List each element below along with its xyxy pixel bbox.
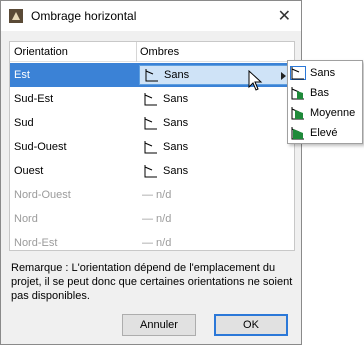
shade-none-icon — [143, 140, 159, 154]
dialog-window: Ombrage horizontal ✕ Orientation Ombres … — [0, 0, 302, 345]
orientation-label: Sud-Ouest — [14, 141, 67, 153]
shade-na: — n/d — [142, 189, 172, 201]
table-row[interactable]: Ouest Sans — [10, 159, 294, 183]
shade-cell[interactable]: Sans — [139, 161, 293, 181]
shade-none-icon — [143, 116, 159, 130]
submenu-item-bas[interactable]: Bas — [288, 83, 362, 103]
submenu-item-moyenne[interactable]: Moyenne — [288, 103, 362, 123]
submenu-item-sans[interactable]: Sans — [288, 63, 362, 83]
shade-low-icon — [290, 86, 306, 100]
shade-cell[interactable]: Sans — [139, 113, 293, 133]
ok-button[interactable]: OK — [214, 314, 288, 336]
header-orientation: Orientation — [14, 46, 68, 58]
shade-cell[interactable]: Sans — [139, 137, 293, 157]
table-row[interactable]: Sud-Ouest Sans — [10, 135, 294, 159]
table-header: Orientation Ombres — [10, 42, 294, 62]
shade-value: Sans — [163, 117, 189, 129]
title-bar: Ombrage horizontal ✕ — [1, 1, 301, 31]
shade-value: Sans — [163, 165, 189, 177]
cancel-button[interactable]: Annuler — [122, 314, 196, 336]
shade-medium-icon — [290, 106, 306, 120]
submenu-item-label: Bas — [310, 87, 329, 99]
orientation-label: Ouest — [14, 165, 44, 177]
shade-cell[interactable]: Sans — [139, 89, 293, 109]
app-icon — [9, 9, 23, 23]
shade-none-icon — [143, 164, 159, 178]
orientation-label: Sud — [14, 117, 34, 129]
shade-none-icon — [144, 68, 160, 82]
submenu-arrow-icon — [281, 72, 286, 80]
orientation-label: Nord-Est — [14, 237, 58, 249]
orientation-label: Sud-Est — [14, 93, 54, 105]
shade-na: — n/d — [142, 237, 172, 249]
table-row: Nord-Ouest — n/d — [10, 183, 294, 207]
shade-value: Sans — [163, 93, 189, 105]
dialog-title: Ombrage horizontal — [31, 9, 137, 23]
orientation-label: Est — [14, 69, 30, 81]
shade-high-icon — [290, 126, 306, 140]
shade-value: Sans — [164, 69, 190, 81]
submenu-item-label: Elevé — [310, 127, 338, 139]
orientation-label: Nord — [14, 213, 38, 225]
mouse-cursor-icon — [248, 70, 263, 91]
header-ombres: Ombres — [140, 46, 180, 58]
table-row: Nord-Est — n/d — [10, 231, 294, 255]
submenu-item-label: Moyenne — [310, 107, 356, 119]
submenu-item-eleve[interactable]: Elevé — [288, 123, 362, 143]
shade-dropdown[interactable]: Sans — [139, 65, 293, 85]
shade-none-icon — [143, 92, 159, 106]
shade-none-icon — [290, 66, 306, 80]
remark-text: Remarque : L'orientation dépend de l'emp… — [11, 262, 293, 302]
shade-value: Sans — [163, 141, 189, 153]
shade-submenu: Sans Bas Moyenne Elevé — [287, 60, 363, 144]
header-separator — [136, 42, 137, 62]
table-row: Nord — n/d — [10, 207, 294, 231]
orientation-label: Nord-Ouest — [14, 189, 71, 201]
table-row[interactable]: Sud Sans — [10, 111, 294, 135]
close-icon[interactable]: ✕ — [278, 6, 291, 26]
submenu-item-label: Sans — [310, 67, 336, 79]
shade-na: — n/d — [142, 213, 172, 225]
